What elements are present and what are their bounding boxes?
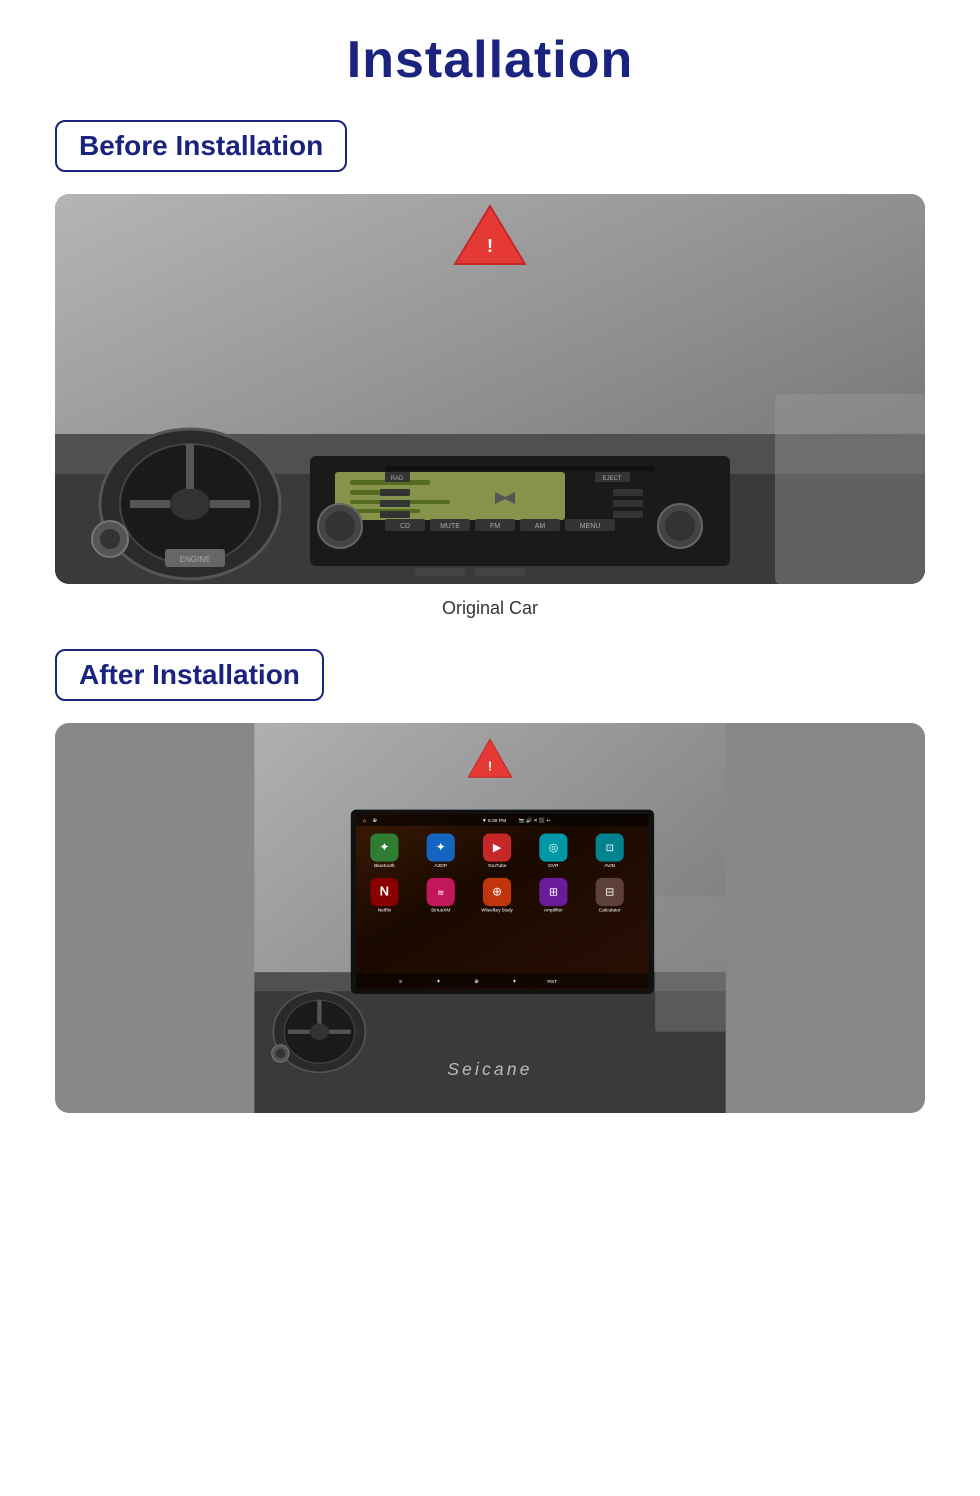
svg-text:YouTube: YouTube [487,863,506,869]
svg-text:ENGINE: ENGINE [180,555,211,564]
svg-text:✦: ✦ [436,979,441,985]
svg-text:A2DP: A2DP [434,863,447,869]
svg-text:MUTE: MUTE [440,523,460,530]
svg-text:✦: ✦ [512,979,517,985]
svg-text:RAD: RAD [391,476,404,482]
svg-text:!: ! [487,236,493,256]
svg-text:Netflix: Netflix [378,908,392,914]
svg-text:✦: ✦ [436,840,446,854]
svg-text:⊕: ⊕ [474,979,479,985]
svg-text:AVIN: AVIN [604,863,615,869]
after-installation-section: After Installation [55,649,925,1113]
svg-text:⊞: ⊞ [549,886,558,898]
svg-text:Seicane: Seicane [447,1059,532,1079]
svg-text:⊕: ⊕ [492,884,502,898]
svg-text:MENU: MENU [580,523,601,530]
after-installation-label: After Installation [55,649,324,701]
svg-text:⊕: ⊕ [372,818,377,824]
svg-text:≡: ≡ [399,979,402,985]
svg-text:CD: CD [400,523,410,530]
svg-text:DVR: DVR [548,863,559,869]
svg-text:◎: ◎ [549,842,558,854]
before-caption: Original Car [55,598,925,619]
svg-text:▼ 5:28 PM: ▼ 5:28 PM [482,818,506,824]
svg-text:FM: FM [490,523,500,530]
svg-text:EJECT: EJECT [602,476,621,482]
svg-text:SiriusXM: SiriusXM [431,908,450,914]
svg-text:⊡: ⊡ [606,843,614,854]
svg-text:N: N [380,883,389,898]
before-installation-image: ENGINE ! CD MUTE FM AM MENU RAD [55,194,925,584]
svg-text:Wheelkey Study: Wheelkey Study [481,908,513,913]
svg-text:Calculator: Calculator [599,908,621,914]
after-installation-image: ! ⌂ ⊕ ▼ 5:28 PM 📷 🔊 ✕ ⬛ ↩ ✦ Bluetooth ✦ … [55,723,925,1113]
svg-text:▶: ▶ [493,842,502,854]
svg-text:Bluetooth: Bluetooth [374,863,395,869]
svg-text:Amplifier: Amplifier [544,908,563,914]
svg-text:✦: ✦ [379,840,389,854]
before-car-svg: ENGINE ! CD MUTE FM AM MENU RAD [55,194,925,584]
svg-text:≋: ≋ [437,887,444,897]
svg-text:RST: RST [547,979,557,985]
after-car-svg: ! ⌂ ⊕ ▼ 5:28 PM 📷 🔊 ✕ ⬛ ↩ ✦ Bluetooth ✦ … [55,723,925,1113]
svg-text:⌂: ⌂ [363,818,366,824]
svg-text:!: ! [488,759,492,774]
page-title: Installation [55,30,925,90]
svg-text:AM: AM [535,523,546,530]
before-installation-label: Before Installation [55,120,347,172]
svg-text:⊟: ⊟ [605,886,614,898]
